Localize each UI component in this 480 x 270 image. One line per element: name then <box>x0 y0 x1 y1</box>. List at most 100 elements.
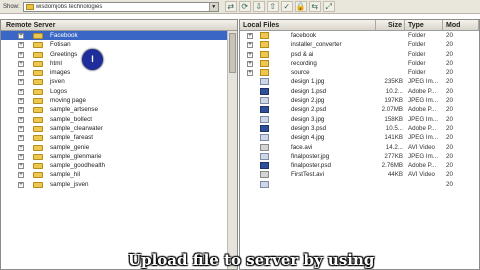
expand-icon[interactable]: + <box>18 163 24 170</box>
tree-item[interactable]: + sample_fareast <box>1 133 237 142</box>
folder-icon <box>33 42 43 49</box>
tree-item[interactable]: + sample_genie <box>1 143 237 152</box>
folder-icon <box>33 51 43 58</box>
file-row[interactable]: design 1.psd 10.2... Adobe P... 20 <box>240 87 479 96</box>
jpg-file-icon <box>260 78 269 86</box>
put-icon[interactable]: ⇧ <box>266 1 279 12</box>
file-type: JPEG Im... <box>408 115 438 123</box>
file-row[interactable]: design 3.jpg 158KB JPEG Im... 20 <box>240 115 479 124</box>
column-modified[interactable]: Mod <box>443 20 479 30</box>
tree-item-label: moving page <box>50 97 87 105</box>
file-row[interactable]: design 4.jpg 141KB JPEG Im... 20 <box>240 133 479 142</box>
tree-item[interactable]: + sample_hil <box>1 170 237 179</box>
sync-icon[interactable]: ⇆ <box>308 1 321 12</box>
file-row[interactable]: 20 <box>240 180 479 189</box>
tree-item[interactable]: + sample_clearwater <box>1 124 237 133</box>
expand-icon[interactable]: + <box>18 116 24 123</box>
file-type: Folder <box>408 32 426 39</box>
tree-item[interactable]: + Fotisan <box>1 40 237 49</box>
expand-icon[interactable]: + <box>18 172 24 179</box>
expand-icon[interactable]: + <box>247 51 253 58</box>
file-type: Folder <box>408 50 426 58</box>
file-row[interactable]: design 2.jpg 197KB JPEG Im... 20 <box>240 96 479 105</box>
get-icon[interactable]: ⇩ <box>252 1 265 12</box>
file-row[interactable]: + psd & ai Folder 20 <box>240 50 479 59</box>
site-select-value: wisdomjobs technologies <box>35 3 103 10</box>
expand-icon[interactable]: + <box>18 51 24 58</box>
expand-icon[interactable]: + <box>18 153 24 160</box>
file-row[interactable]: FirstTest.avi 44KB AVI Video 20 <box>240 170 479 179</box>
checkin-icon[interactable]: 🔒 <box>294 1 307 12</box>
expand-icon[interactable]: + <box>18 125 24 132</box>
expand-icon[interactable]: + <box>18 88 24 95</box>
tree-item[interactable]: + Greetings <box>1 50 237 59</box>
tree-item-label: jsven <box>50 78 65 86</box>
folder-file-icon <box>260 59 269 67</box>
file-name: psd & ai <box>291 50 314 58</box>
file-row[interactable]: + installer_converter Folder 20 <box>240 40 479 49</box>
remote-scrollbar[interactable] <box>227 31 237 269</box>
tree-item[interactable]: + sample_glenmarie <box>1 152 237 161</box>
file-row[interactable]: design 1.jpg 235KB JPEG Im... 20 <box>240 77 479 86</box>
jpg-file-icon <box>260 97 269 105</box>
tree-item[interactable]: + Logos <box>1 87 237 96</box>
expand-icon[interactable]: + <box>18 107 24 114</box>
file-size: 277KB <box>384 152 403 160</box>
tree-item[interactable]: + sample_goodhealth <box>1 161 237 170</box>
tree-item[interactable]: + moving page <box>1 96 237 105</box>
expand-icon[interactable]: + <box>247 33 253 39</box>
file-name-cell: + source <box>240 68 376 77</box>
file-size: 2.07MB <box>381 106 403 114</box>
site-select[interactable]: wisdomjobs technologies ▼ <box>22 1 219 12</box>
tree-item-label: sample_hil <box>50 171 81 179</box>
tree-item[interactable]: + jsven <box>1 77 237 86</box>
file-row[interactable]: finalposter.psd 2.76MB Adobe P... 20 <box>240 161 479 170</box>
file-name-cell: finalposter.jpg <box>240 152 376 161</box>
refresh-icon[interactable]: ⟳ <box>238 1 251 12</box>
folder-icon <box>33 172 43 179</box>
tree-item[interactable]: + sample_artsense <box>1 105 237 114</box>
column-type[interactable]: Type <box>405 20 443 30</box>
chevron-down-icon[interactable]: ▼ <box>208 2 218 11</box>
file-modified: 20 <box>446 97 453 105</box>
checkout-icon[interactable]: ✓ <box>280 1 293 12</box>
expand-icon[interactable]: + <box>18 98 24 105</box>
file-row[interactable]: design 3.psd 10.5... Adobe P... 20 <box>240 124 479 133</box>
file-row[interactable]: + recording Folder 20 <box>240 59 479 68</box>
expand-icon[interactable]: + <box>247 60 253 67</box>
file-size <box>376 50 405 59</box>
expand-icon[interactable]: + <box>18 60 24 67</box>
connect-icon[interactable]: ⇄ <box>224 1 237 12</box>
tree-item-label: Fotisan <box>50 41 71 49</box>
tree-item[interactable]: + sample_jsven <box>1 180 237 189</box>
file-row[interactable]: finalposter.jpg 277KB JPEG Im... 20 <box>240 152 479 161</box>
tree-item[interactable]: + Facebook <box>1 31 237 41</box>
expand-icon[interactable]: ⤢ <box>322 1 335 12</box>
expand-icon[interactable]: + <box>18 181 24 188</box>
file-row[interactable]: + source Folder 20 <box>240 68 479 77</box>
expand-icon[interactable]: + <box>18 70 24 77</box>
file-row[interactable]: + facebook Folder 20 <box>240 31 479 40</box>
expand-icon[interactable]: + <box>18 42 24 49</box>
expand-icon[interactable]: + <box>18 144 24 151</box>
tree-item[interactable]: + sample_bollect <box>1 115 237 124</box>
file-row[interactable]: face.avi 14.2... AVI Video 20 <box>240 143 479 152</box>
expand-icon[interactable]: + <box>18 135 24 142</box>
expand-icon[interactable]: + <box>247 70 253 77</box>
file-type <box>405 180 443 189</box>
column-name[interactable]: Local Files <box>240 20 376 30</box>
tree-item-label: sample_fareast <box>50 134 94 142</box>
expand-icon[interactable]: + <box>18 33 24 39</box>
file-row[interactable]: design 2.psd 2.07MB Adobe P... 20 <box>240 105 479 114</box>
expand-icon[interactable]: + <box>18 79 24 86</box>
folder-icon <box>33 125 43 132</box>
scrollbar-thumb[interactable] <box>229 33 236 73</box>
file-size: 10.5... <box>385 124 403 132</box>
column-size[interactable]: Size <box>376 20 405 30</box>
expand-icon[interactable]: + <box>247 42 253 49</box>
psd-file-icon <box>260 87 269 95</box>
folder-file-icon <box>260 32 269 39</box>
tree-item[interactable]: + images <box>1 68 237 77</box>
file-modified: 20 <box>446 171 453 179</box>
tree-item[interactable]: + html <box>1 59 237 68</box>
